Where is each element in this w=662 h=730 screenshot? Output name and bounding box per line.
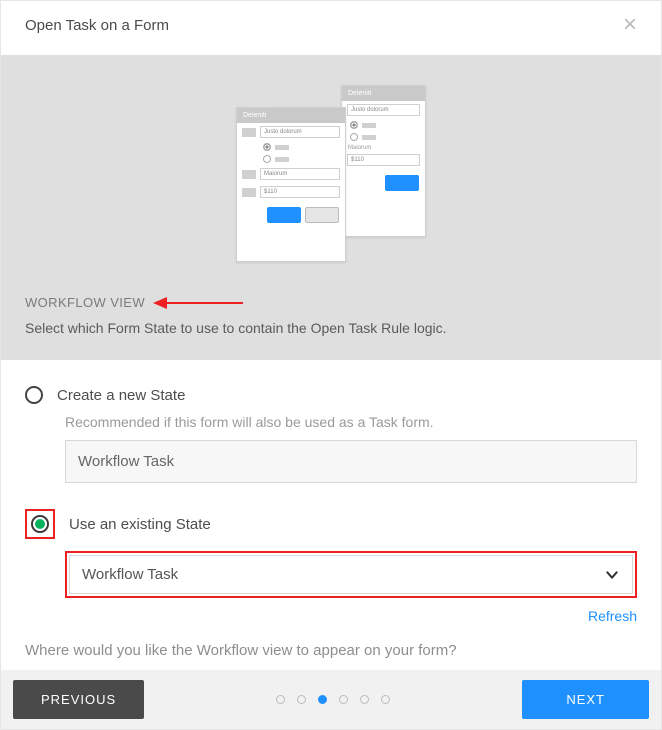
- step-dot-1[interactable]: [276, 695, 285, 704]
- highlight-box: [25, 509, 55, 539]
- prompt-text: Where would you like the Workflow view t…: [1, 624, 661, 659]
- previous-button[interactable]: PREVIOUS: [13, 680, 144, 719]
- forms-illustration: Deleniti Justo dolorum Maiorum $110 Dele…: [25, 85, 637, 265]
- chevron-down-icon: [604, 567, 620, 583]
- new-state-name-input[interactable]: [65, 440, 637, 483]
- arrow-indicator-icon: [153, 296, 243, 310]
- step-indicator: [276, 695, 390, 704]
- mini-form-front: Deleniti Justo dolorum Maiorum $110: [236, 107, 346, 262]
- select-value: Workflow Task: [82, 566, 178, 583]
- dialog-header: Open Task on a Form ×: [1, 1, 661, 55]
- mini-form-back: Deleniti Justo dolorum Maiorum $110: [341, 85, 426, 237]
- section-description: Select which Form State to use to contai…: [25, 320, 637, 336]
- step-dot-2[interactable]: [297, 695, 306, 704]
- step-dot-4[interactable]: [339, 695, 348, 704]
- open-task-dialog: Open Task on a Form × Deleniti Justo dol…: [0, 0, 662, 730]
- section-heading: WORKFLOW VIEW: [25, 295, 145, 310]
- refresh-link[interactable]: Refresh: [588, 608, 637, 624]
- dialog-title: Open Task on a Form: [25, 17, 169, 34]
- step-dot-6[interactable]: [381, 695, 390, 704]
- option-hint: Recommended if this form will also be us…: [65, 414, 637, 430]
- option-label: Use an existing State: [69, 516, 211, 533]
- highlight-box: Workflow Task: [65, 551, 637, 598]
- radio-create-new[interactable]: [25, 386, 43, 404]
- state-options: Create a new State Recommended if this f…: [1, 360, 661, 598]
- option-label: Create a new State: [57, 387, 185, 404]
- banner: Deleniti Justo dolorum Maiorum $110 Dele…: [1, 55, 661, 360]
- radio-use-existing[interactable]: [31, 515, 49, 533]
- option-create-new[interactable]: Create a new State: [25, 386, 637, 404]
- step-dot-5[interactable]: [360, 695, 369, 704]
- next-button[interactable]: NEXT: [522, 680, 649, 719]
- dialog-footer: PREVIOUS NEXT: [1, 670, 661, 729]
- close-icon[interactable]: ×: [623, 13, 637, 37]
- step-dot-3[interactable]: [318, 695, 327, 704]
- existing-state-select[interactable]: Workflow Task: [69, 555, 633, 594]
